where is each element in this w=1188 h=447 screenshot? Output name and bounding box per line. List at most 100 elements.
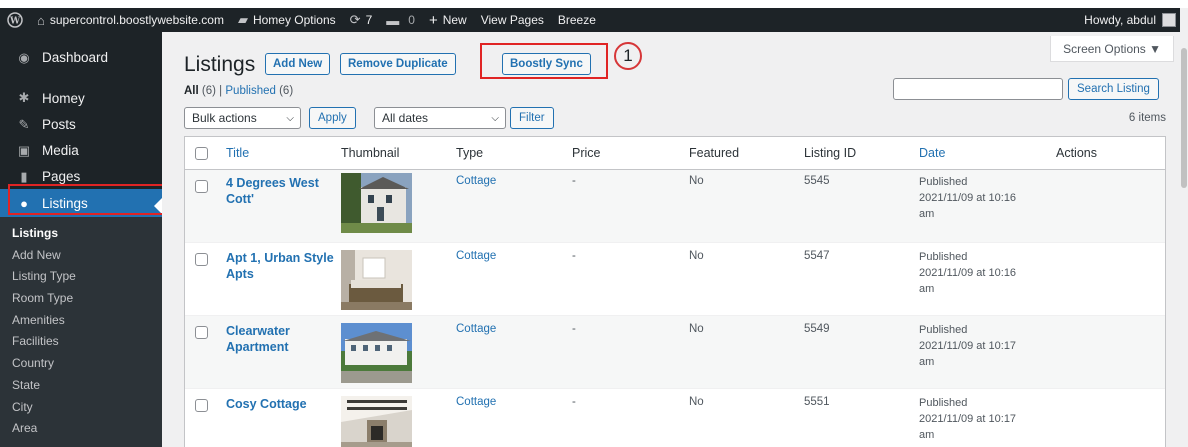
submenu-item-city[interactable]: City [0,397,162,419]
screen-options-button[interactable]: Screen Options ▼ [1050,36,1174,62]
homey-options-link[interactable]: ▰ Homey Options [231,8,343,32]
listing-price: - [572,250,576,262]
status-views: All (6) | Published (6) [184,85,293,97]
listing-thumbnail[interactable] [341,173,412,233]
breeze-link[interactable]: Breeze [551,8,603,32]
search-listing-button[interactable]: Search Listing [1068,78,1159,100]
submenu-item-add-new[interactable]: Add New [0,245,162,267]
views-separator: | [219,85,223,97]
gear-icon: ✱ [18,90,30,105]
table-row: Cosy Cottage Cottage - No 5551 Published… [185,389,1165,447]
dashboard-icon: ◉ [18,49,30,65]
submenu-item-state[interactable]: State [0,375,162,397]
listing-featured: No [689,250,704,262]
submenu-item-listings[interactable]: Listings [0,223,162,245]
comments-link[interactable]: ▬ 0 [379,8,422,32]
submenu-item-country[interactable]: Country [0,353,162,375]
annotation-number-badge: 1 [614,42,642,70]
listing-featured: No [689,396,704,408]
boostly-sync-button[interactable]: Boostly Sync [502,53,591,75]
row-checkbox[interactable] [195,180,208,193]
listing-price: - [572,175,576,187]
listing-type-link[interactable]: Cottage [456,250,496,262]
listing-title-link[interactable]: Apt 1, Urban Style Apts [226,250,336,282]
submenu-item-area[interactable]: Area [0,418,162,440]
wordpress-logo[interactable]: W [0,8,30,32]
listing-title-link[interactable]: 4 Degrees West Cott' [226,175,336,207]
updates-icon: ⟳ [349,12,361,27]
column-featured: Featured [689,146,740,160]
view-pages-link[interactable]: View Pages [474,8,551,32]
listing-title-link[interactable]: Cosy Cottage [226,396,336,412]
table-header: Title Thumbnail Type Price Featured List… [185,137,1165,170]
submenu-item-amenities[interactable]: Amenities [0,310,162,332]
row-checkbox[interactable] [195,253,208,266]
view-pages-label: View Pages [480,13,544,27]
sidebar-item-label: Dashboard [42,50,109,65]
scrollbar-thumb[interactable] [1181,48,1187,188]
search-input[interactable] [893,78,1063,100]
add-new-button[interactable]: Add New [265,53,331,75]
sidebar-item-label: Pages [42,169,81,184]
listing-type-link[interactable]: Cottage [456,175,496,187]
sidebar-item-dashboard[interactable]: ◉ Dashboard [0,41,162,74]
submenu-item-facilities[interactable]: Facilities [0,331,162,353]
listing-type-link[interactable]: Cottage [456,396,496,408]
page-scrollbar[interactable] [1180,8,1188,447]
view-all-count: (6) [201,85,216,97]
listing-thumbnail[interactable] [341,323,412,383]
column-date[interactable]: Date [919,146,945,160]
plus-icon: + [428,11,438,29]
updates-link[interactable]: ⟳ 7 [343,8,380,32]
dates-select[interactable]: All dates ⌵ [374,107,506,129]
listing-date-ampm: am [919,429,935,441]
sidebar-item-homey[interactable]: ✱ Homey [0,84,162,112]
listing-type-link[interactable]: Cottage [456,323,496,335]
listing-date-value: 2021/11/09 at 10:16 [919,267,1017,279]
sidebar-item-posts[interactable]: ✎ Posts [0,112,162,137]
listing-status: Published [919,324,968,336]
row-checkbox[interactable] [195,326,208,339]
listing-id: 5547 [804,250,830,262]
howdy-label: Howdy, abdul [1084,13,1156,27]
view-all-link[interactable]: All [184,85,199,97]
main-content: Screen Options ▼ Listings Add New Remove… [162,32,1180,447]
listing-featured: No [689,323,704,335]
listing-id: 5549 [804,323,830,335]
submenu-item-listing-type[interactable]: Listing Type [0,266,162,288]
items-count: 6 items [1128,112,1166,124]
column-listing-id: Listing ID [804,146,857,160]
column-thumbnail: Thumbnail [341,146,400,160]
listing-thumbnail[interactable] [341,250,412,310]
table-row: 4 Degrees West Cott' Cottage - No 5545 P… [185,170,1165,243]
table-row: Clearwater Apartment Cottage - No 5549 P… [185,316,1165,389]
pin-icon: ✎ [18,116,30,132]
remove-duplicate-button[interactable]: Remove Duplicate [340,53,456,75]
row-checkbox[interactable] [195,399,208,412]
listing-date: Published 2021/11/09 at 10:17 am [919,395,1016,443]
site-name-link[interactable]: ⌂ supercontrol.boostlywebsite.com [30,8,231,32]
comments-count: 0 [408,13,415,27]
comment-icon: ▬ [386,12,400,28]
listing-title-link[interactable]: Clearwater Apartment [226,323,336,355]
listing-status: Published [919,176,968,188]
bulk-actions-select[interactable]: Bulk actions ⌵ [184,107,301,129]
new-content-link[interactable]: + New [422,8,474,32]
apply-button[interactable]: Apply [309,107,356,129]
submenu-item-room-type[interactable]: Room Type [0,288,162,310]
filter-button[interactable]: Filter [510,107,554,129]
sidebar-item-label: Homey [42,90,85,106]
wordpress-icon: W [7,12,23,28]
view-published-link[interactable]: Published [225,85,276,97]
user-account-menu[interactable]: Howdy, abdul [1084,13,1180,27]
table-row: Apt 1, Urban Style Apts Cottage - No 554… [185,243,1165,316]
sidebar-item-media[interactable]: ▣ Media [0,137,162,164]
listings-table: Title Thumbnail Type Price Featured List… [184,136,1166,447]
listing-date-value: 2021/11/09 at 10:17 [919,340,1017,352]
updates-count: 7 [365,13,373,27]
page-icon: ▮ [20,168,28,184]
column-title[interactable]: Title [226,146,249,160]
listing-thumbnail[interactable] [341,396,412,447]
page-title: Listings [184,53,256,76]
select-all-checkbox[interactable] [195,147,208,160]
